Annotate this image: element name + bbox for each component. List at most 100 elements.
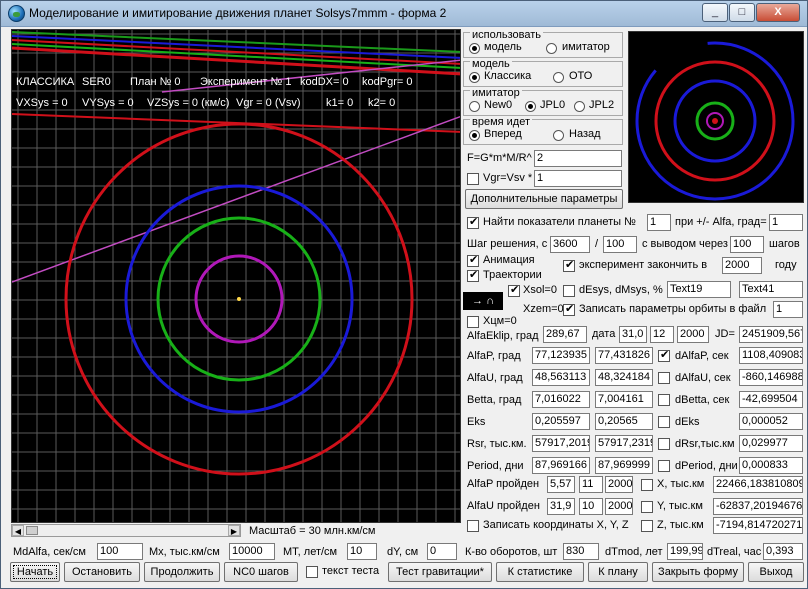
orbits-count-input[interactable]: 830: [563, 543, 599, 560]
table-row-delta-value[interactable]: -42,699504: [739, 391, 803, 408]
to-plan-button[interactable]: К плану: [588, 562, 648, 582]
mini-orbit-plot: [635, 41, 795, 201]
write-orbit-checkbox[interactable]: [563, 302, 575, 316]
radio-imit-new0[interactable]: [469, 101, 480, 112]
text41-input[interactable]: Text41: [739, 281, 803, 298]
plot-canvas[interactable]: КЛАССИКА SER0 План № 0 Эксперимент № 1 k…: [11, 29, 461, 523]
table-row-checkbox[interactable]: [658, 348, 670, 362]
table-row-value-1[interactable]: 87,969166: [532, 457, 590, 474]
xcm-checkbox[interactable]: [467, 316, 479, 328]
arrow-direction-button[interactable]: → ∩: [463, 292, 503, 310]
radio-use-model[interactable]: [469, 43, 480, 54]
alfa-range-input[interactable]: 1: [769, 214, 803, 231]
gravity-test-button[interactable]: Тест гравитации*: [388, 562, 492, 582]
find-planet-checkbox[interactable]: [467, 215, 479, 229]
table-row-delta-value[interactable]: 0,000833: [739, 457, 803, 474]
date-month-input[interactable]: 12: [650, 326, 674, 343]
continue-button[interactable]: Продолжить: [144, 562, 220, 582]
z-coord-checkbox[interactable]: [641, 520, 653, 532]
alfaeklip-input[interactable]: 289,67: [543, 326, 587, 343]
extra-params-button[interactable]: Дополнительные параметры: [465, 189, 623, 209]
table-row-checkbox[interactable]: [658, 460, 670, 472]
table-row-value-2[interactable]: 77,431826: [595, 347, 653, 364]
stop-button[interactable]: Остановить: [64, 562, 140, 582]
table-row-checkbox[interactable]: [658, 394, 670, 406]
y-coord-input[interactable]: -62837,2019467691: [713, 498, 803, 515]
table-row-checkbox[interactable]: [658, 372, 670, 384]
start-button[interactable]: Начать: [10, 562, 60, 582]
radio-imit-jpl2[interactable]: [574, 101, 585, 112]
step-divisor-input[interactable]: 100: [603, 236, 637, 253]
table-row-value-2[interactable]: 87,969999: [595, 457, 653, 474]
alfau-passed-day[interactable]: 31,9: [547, 498, 575, 515]
z-coord-input[interactable]: -7194,81472027164: [713, 517, 803, 534]
table-row-delta-value[interactable]: 0,029977: [739, 435, 803, 452]
table-row-value-1[interactable]: 7,016022: [532, 391, 590, 408]
table-row-value-1[interactable]: 77,123935: [532, 347, 590, 364]
table-row-delta-value[interactable]: 1108,409083: [739, 347, 803, 364]
output-every-input[interactable]: 100: [730, 236, 764, 253]
write-coords-checkbox[interactable]: [467, 520, 479, 532]
vgr-checkbox[interactable]: [467, 173, 479, 185]
write-orbit-input[interactable]: 1: [773, 301, 803, 318]
finish-experiment-checkbox[interactable]: [563, 258, 575, 272]
scroll-right-icon[interactable]: ▶: [228, 525, 240, 536]
alfap-passed-month[interactable]: 11: [579, 476, 603, 493]
table-row-checkbox[interactable]: [658, 416, 670, 428]
force-power-input[interactable]: 2: [534, 150, 622, 167]
alfau-passed-month[interactable]: 10: [579, 498, 603, 515]
desys-input[interactable]: Text19: [667, 281, 731, 298]
vgr-input[interactable]: 1: [534, 170, 622, 187]
close-form-button[interactable]: Закрыть форму: [652, 562, 744, 582]
mx-input[interactable]: 10000: [229, 543, 275, 560]
mdalfa-input[interactable]: 100: [97, 543, 143, 560]
table-row-delta-value[interactable]: -860,146988: [739, 369, 803, 386]
dtmod-input[interactable]: 199,99: [667, 543, 703, 560]
planet-number-input[interactable]: 1: [647, 214, 671, 231]
table-row-value-2[interactable]: 48,324184: [595, 369, 653, 386]
to-statistics-button[interactable]: К статистике: [496, 562, 584, 582]
dy-input[interactable]: 0: [427, 543, 457, 560]
dtreal-input[interactable]: 0,393: [763, 543, 803, 560]
desys-checkbox[interactable]: [563, 285, 575, 297]
x-coord-checkbox[interactable]: [641, 479, 653, 491]
table-row-value-2[interactable]: 57917,2319: [595, 435, 653, 452]
table-row-value-1[interactable]: 48,563113: [532, 369, 590, 386]
table-row-value-2[interactable]: 0,20565: [595, 413, 653, 430]
date-day-input[interactable]: 31,0: [619, 326, 647, 343]
jd-input[interactable]: 2451909,567: [739, 326, 803, 343]
xsol-checkbox[interactable]: [508, 283, 520, 297]
trajectories-checkbox[interactable]: [467, 268, 479, 282]
x-coord-input[interactable]: 22466,1838108096: [713, 476, 803, 493]
date-year-input[interactable]: 2000: [677, 326, 709, 343]
y-coord-checkbox[interactable]: [641, 501, 653, 513]
animation-checkbox[interactable]: [467, 253, 479, 267]
mt-input[interactable]: 10: [347, 543, 377, 560]
text-test-checkbox[interactable]: [306, 566, 318, 578]
exit-button[interactable]: Выход: [748, 562, 804, 582]
scroll-left-icon[interactable]: ◀: [12, 525, 24, 536]
radio-time-back[interactable]: [553, 130, 564, 141]
nc0-steps-button[interactable]: NC0 шагов: [224, 562, 298, 582]
alfap-passed-year[interactable]: 2000: [605, 476, 633, 493]
radio-model-oto[interactable]: [553, 72, 564, 83]
mt-label: MT, лет/см: [283, 546, 338, 558]
alfap-passed-day[interactable]: 5,57: [547, 476, 575, 493]
table-row-delta-value[interactable]: 0,000052: [739, 413, 803, 430]
radio-model-classic[interactable]: [469, 72, 480, 83]
alfau-passed-year[interactable]: 2000: [605, 498, 633, 515]
maximize-button[interactable]: □: [729, 3, 755, 22]
table-row-value-2[interactable]: 7,004161: [595, 391, 653, 408]
table-row-value-1[interactable]: 0,205597: [532, 413, 590, 430]
radio-use-imitator[interactable]: [546, 43, 557, 54]
close-button[interactable]: X: [756, 3, 800, 22]
table-row-checkbox[interactable]: [658, 438, 670, 450]
radio-time-forward[interactable]: [469, 130, 480, 141]
step-input[interactable]: 3600: [550, 236, 590, 253]
radio-imit-jpl0[interactable]: [525, 101, 536, 112]
table-row-value-1[interactable]: 57917,2019: [532, 435, 590, 452]
finish-year-input[interactable]: 2000: [722, 257, 762, 274]
minimize-button[interactable]: _: [702, 3, 728, 22]
horizontal-scrollbar[interactable]: ◀ ▶: [11, 524, 241, 537]
scroll-thumb[interactable]: [26, 526, 38, 535]
